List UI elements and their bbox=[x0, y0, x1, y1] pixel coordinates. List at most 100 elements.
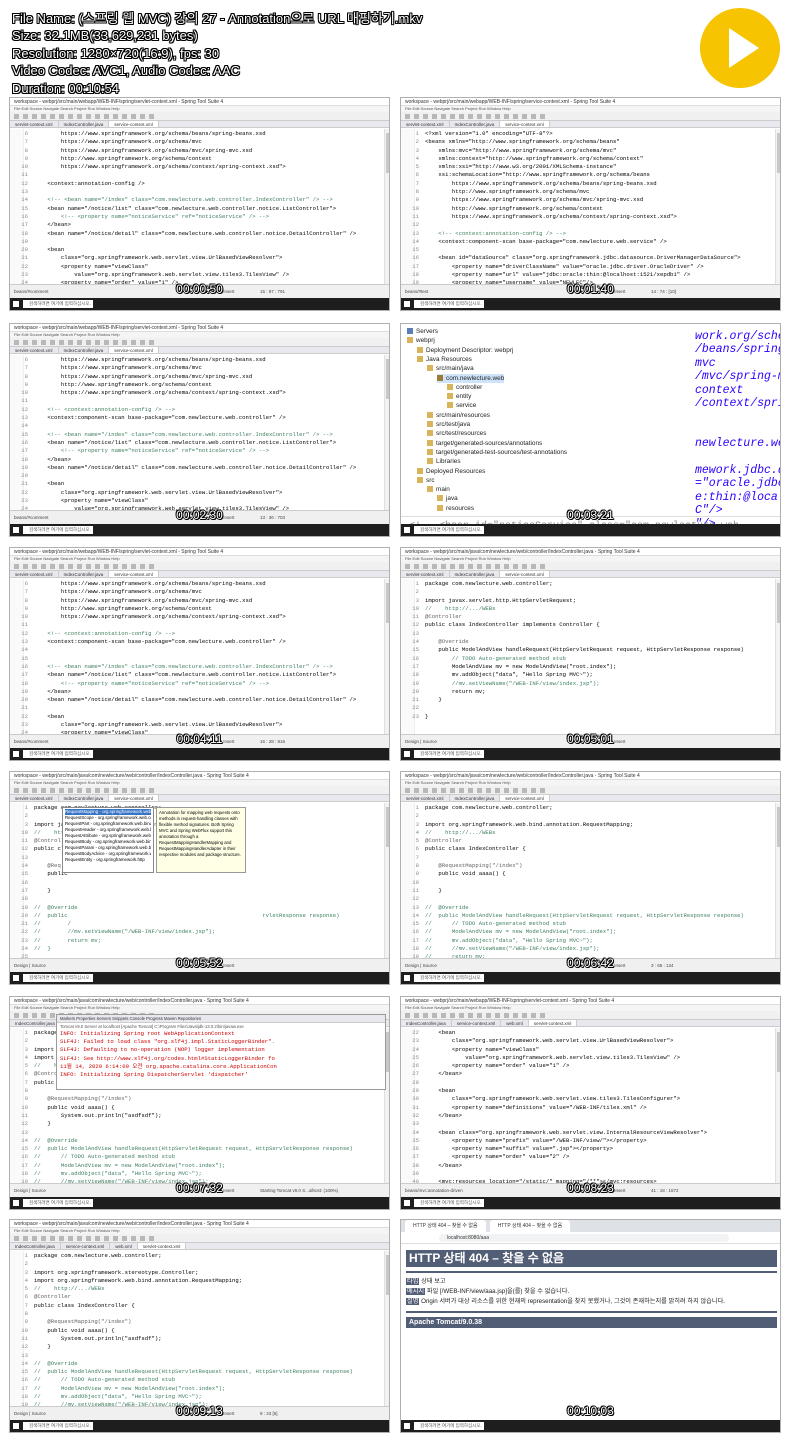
toolbar-icon[interactable] bbox=[59, 340, 64, 345]
tree-item[interactable]: target/generated-sources/annotations bbox=[427, 439, 542, 448]
toolbar-icon[interactable] bbox=[432, 114, 437, 119]
video-thumbnail[interactable]: workspace - webprj/src/main/webapp/WEB-I… bbox=[9, 97, 390, 311]
toolbar-icon[interactable] bbox=[77, 340, 82, 345]
vertical-scrollbar[interactable] bbox=[384, 355, 389, 510]
taskbar-search[interactable]: 검색하려면 여기에 입력하십시오. bbox=[23, 750, 93, 758]
taskbar-search[interactable]: 검색하려면 여기에 입력하십시오. bbox=[414, 1199, 484, 1207]
autocomplete-item[interactable]: RequestEntity - org.springframework.http bbox=[65, 857, 151, 863]
taskbar-search[interactable]: 검색하려면 여기에 입력하십시오. bbox=[23, 1199, 93, 1207]
toolbar-icon[interactable] bbox=[423, 1013, 428, 1018]
scroll-thumb[interactable] bbox=[386, 1032, 389, 1072]
tree-item[interactable]: Deployment Descriptor: webprj bbox=[417, 346, 513, 355]
taskbar-search[interactable]: 검색하려면 여기에 입력하십시오. bbox=[23, 974, 93, 982]
toolbar-icon[interactable] bbox=[59, 1236, 64, 1241]
toolbar-icon[interactable] bbox=[149, 340, 154, 345]
toolbar-icon[interactable] bbox=[104, 788, 109, 793]
toolbar-icon[interactable] bbox=[414, 114, 419, 119]
taskbar-search[interactable]: 검색하려면 여기에 입력하십시오. bbox=[23, 300, 93, 308]
editor-tab[interactable]: IndexController.java bbox=[59, 347, 110, 353]
toolbar-icon[interactable] bbox=[131, 114, 136, 119]
toolbar-icon[interactable] bbox=[113, 564, 118, 569]
tree-item[interactable]: java bbox=[437, 494, 458, 503]
editor-tab[interactable]: web.xml bbox=[110, 1243, 138, 1249]
toolbar-icon[interactable] bbox=[432, 564, 437, 569]
toolbar-icon[interactable] bbox=[32, 114, 37, 119]
toolbar-icon[interactable] bbox=[14, 114, 19, 119]
taskbar-search[interactable]: 검색하려면 여기에 입력하십시오. bbox=[414, 974, 484, 982]
toolbar-icon[interactable] bbox=[77, 1236, 82, 1241]
toolbar-icon[interactable] bbox=[32, 340, 37, 345]
windows-start-icon[interactable] bbox=[404, 751, 410, 757]
windows-start-icon[interactable] bbox=[404, 301, 410, 307]
video-thumbnail[interactable]: workspace - webprj/src/main/webapp/WEB-I… bbox=[400, 97, 781, 311]
code-editor[interactable]: 1 package com.newlecture.web.controller; 2… bbox=[401, 803, 780, 958]
toolbar-icon[interactable] bbox=[450, 1013, 455, 1018]
tree-item[interactable]: src bbox=[417, 476, 435, 485]
editor-tab[interactable]: service-context.xml bbox=[109, 347, 159, 353]
toolbar-icon[interactable] bbox=[477, 1013, 482, 1018]
editor-tab[interactable]: service-context.xml bbox=[452, 1020, 502, 1026]
toolbar-icon[interactable] bbox=[450, 564, 455, 569]
toolbar-icon[interactable] bbox=[540, 1013, 545, 1018]
toolbar-icon[interactable] bbox=[23, 1236, 28, 1241]
toolbar-icon[interactable] bbox=[95, 340, 100, 345]
toolbar-icon[interactable] bbox=[77, 788, 82, 793]
toolbar-icon[interactable] bbox=[432, 788, 437, 793]
toolbar-icon[interactable] bbox=[504, 564, 509, 569]
taskbar-search[interactable]: 검색하려면 여기에 입력하십시오. bbox=[23, 1422, 93, 1430]
toolbar-icon[interactable] bbox=[23, 340, 28, 345]
toolbar-icon[interactable] bbox=[441, 564, 446, 569]
toolbar-icon[interactable] bbox=[86, 340, 91, 345]
toolbar-icon[interactable] bbox=[122, 788, 127, 793]
vertical-scrollbar[interactable] bbox=[775, 129, 780, 284]
toolbar-icon[interactable] bbox=[149, 564, 154, 569]
toolbar-icon[interactable] bbox=[486, 1013, 491, 1018]
toolbar-icon[interactable] bbox=[23, 114, 28, 119]
toolbar-icon[interactable] bbox=[113, 114, 118, 119]
toolbar-icon[interactable] bbox=[59, 114, 64, 119]
toolbar-icon[interactable] bbox=[131, 340, 136, 345]
editor-tab[interactable]: IndexController.java bbox=[10, 1020, 61, 1026]
editor-tab[interactable]: IndexController.java bbox=[59, 571, 110, 577]
windows-start-icon[interactable] bbox=[13, 751, 19, 757]
toolbar-icon[interactable] bbox=[405, 114, 410, 119]
toolbar-icon[interactable] bbox=[104, 114, 109, 119]
toolbar-icon[interactable] bbox=[50, 1236, 55, 1241]
scroll-thumb[interactable] bbox=[777, 133, 780, 173]
toolbar-icon[interactable] bbox=[414, 1013, 419, 1018]
tree-item[interactable]: entity bbox=[447, 392, 471, 401]
toolbar-icon[interactable] bbox=[149, 1236, 154, 1241]
tree-item[interactable]: Servers bbox=[407, 327, 438, 336]
toolbar-icon[interactable] bbox=[459, 564, 464, 569]
toolbar-icon[interactable] bbox=[86, 1236, 91, 1241]
toolbar-icon[interactable] bbox=[477, 114, 482, 119]
editor-tab[interactable]: servlet-context.xml bbox=[401, 121, 450, 127]
vertical-scrollbar[interactable] bbox=[775, 579, 780, 734]
vertical-scrollbar[interactable] bbox=[384, 129, 389, 284]
windows-start-icon[interactable] bbox=[404, 527, 410, 533]
tree-item[interactable]: Deployed Resources bbox=[417, 467, 485, 476]
toolbar-icon[interactable] bbox=[468, 1013, 473, 1018]
toolbar-icon[interactable] bbox=[441, 788, 446, 793]
toolbar-icon[interactable] bbox=[423, 114, 428, 119]
toolbar-icon[interactable] bbox=[86, 564, 91, 569]
editor-tab[interactable]: servlet-context.xml bbox=[401, 571, 450, 577]
tree-item[interactable]: src/main/resources bbox=[427, 411, 490, 420]
toolbar-icon[interactable] bbox=[459, 1013, 464, 1018]
tree-item[interactable]: src/test/java bbox=[427, 420, 470, 429]
browser-tab[interactable]: HTTP 상태 404 – 찾을 수 없음 bbox=[489, 1220, 571, 1232]
taskbar-search[interactable]: 검색하려면 여기에 입력하십시오. bbox=[414, 1422, 484, 1430]
video-thumbnail[interactable]: workspace - webprj/src/main/java/com/new… bbox=[400, 547, 781, 761]
toolbar-icon[interactable] bbox=[86, 788, 91, 793]
toolbar-icon[interactable] bbox=[441, 1013, 446, 1018]
code-editor[interactable]: 1 package com.newlecture.web.controller; 2… bbox=[401, 579, 780, 734]
toolbar-icon[interactable] bbox=[522, 1013, 527, 1018]
taskbar-search[interactable]: 검색하려면 여기에 입력하십시오. bbox=[414, 750, 484, 758]
scroll-thumb[interactable] bbox=[777, 807, 780, 847]
toolbar-icon[interactable] bbox=[122, 340, 127, 345]
video-thumbnail[interactable]: workspace - webprj/src/main/java/com/new… bbox=[9, 771, 390, 985]
editor-tab[interactable]: IndexController.java bbox=[10, 1243, 61, 1249]
toolbar-icon[interactable] bbox=[95, 1236, 100, 1241]
toolbar-icon[interactable] bbox=[531, 564, 536, 569]
toolbar-icon[interactable] bbox=[41, 340, 46, 345]
